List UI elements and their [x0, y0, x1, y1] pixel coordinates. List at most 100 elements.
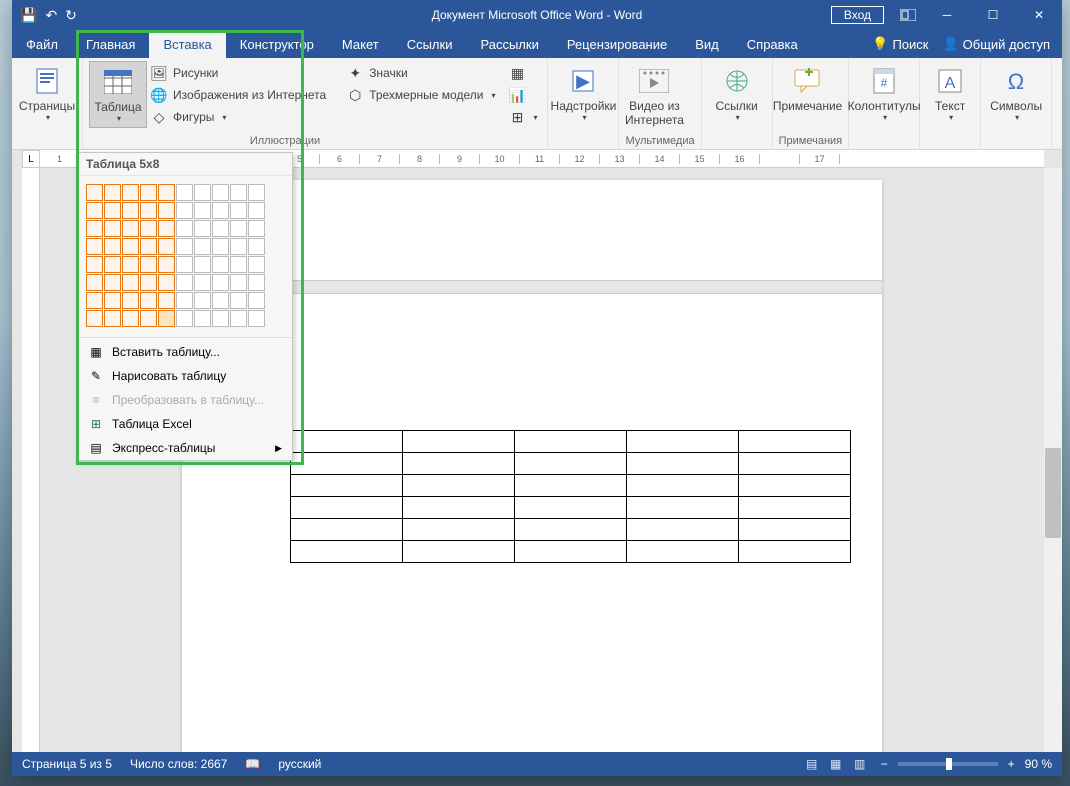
online-pictures-button[interactable]: 🌐Изображения из Интернета [147, 85, 330, 105]
screenshot-button[interactable]: ⊞▾ [505, 107, 541, 127]
table-grid-preview[interactable] [78, 176, 292, 335]
search-box[interactable]: 💡 Поиск [872, 36, 928, 52]
grid-cell[interactable] [212, 184, 229, 201]
close-button[interactable]: ✕ [1016, 0, 1062, 30]
grid-cell[interactable] [140, 238, 157, 255]
zoom-in-button[interactable]: + [1008, 757, 1015, 771]
display-mode-icon[interactable] [892, 0, 924, 30]
redo-icon[interactable]: ↻ [65, 7, 77, 24]
icons-button[interactable]: ✦Значки [343, 63, 499, 83]
grid-cell[interactable] [104, 202, 121, 219]
grid-cell[interactable] [104, 184, 121, 201]
grid-cell[interactable] [176, 292, 193, 309]
symbols-button[interactable]: ΩСимволы▾ [987, 61, 1045, 126]
grid-cell[interactable] [230, 292, 247, 309]
tab-view[interactable]: Вид [681, 30, 733, 58]
grid-cell[interactable] [158, 256, 175, 273]
grid-cell[interactable] [212, 256, 229, 273]
grid-cell[interactable] [248, 292, 265, 309]
grid-cell[interactable] [104, 292, 121, 309]
vertical-scrollbar[interactable] [1044, 168, 1062, 752]
grid-cell[interactable] [158, 184, 175, 201]
links-button[interactable]: Ссылки▾ [708, 61, 766, 126]
grid-cell[interactable] [140, 220, 157, 237]
grid-cell[interactable] [86, 238, 103, 255]
grid-cell[interactable] [248, 256, 265, 273]
zoom-level[interactable]: 90 % [1025, 757, 1052, 771]
grid-cell[interactable] [176, 310, 193, 327]
grid-cell[interactable] [194, 310, 211, 327]
grid-cell[interactable] [194, 238, 211, 255]
grid-cell[interactable] [122, 256, 139, 273]
text-button[interactable]: AТекст▾ [926, 61, 974, 126]
shapes-button[interactable]: ◇Фигуры▾ [147, 107, 330, 127]
share-button[interactable]: 👤 Общий доступ [942, 36, 1050, 52]
tab-selector[interactable]: L [22, 150, 40, 168]
grid-cell[interactable] [140, 184, 157, 201]
grid-cell[interactable] [86, 184, 103, 201]
vertical-ruler[interactable] [22, 168, 40, 752]
sign-in-button[interactable]: Вход [831, 6, 884, 24]
chart-button[interactable]: 📊 [505, 85, 541, 105]
grid-cell[interactable] [122, 220, 139, 237]
grid-cell[interactable] [104, 256, 121, 273]
comment-button[interactable]: Примечание [779, 61, 837, 117]
scrollbar-thumb[interactable] [1045, 448, 1061, 538]
pages-button[interactable]: Страницы▾ [18, 61, 76, 126]
grid-cell[interactable] [140, 274, 157, 291]
tab-mailings[interactable]: Рассылки [466, 30, 552, 58]
grid-cell[interactable] [104, 310, 121, 327]
grid-cell[interactable] [104, 274, 121, 291]
grid-cell[interactable] [158, 292, 175, 309]
tab-design[interactable]: Конструктор [226, 30, 328, 58]
grid-cell[interactable] [230, 184, 247, 201]
page-status[interactable]: Страница 5 из 5 [22, 757, 112, 771]
grid-cell[interactable] [248, 274, 265, 291]
smartart-button[interactable]: ▦ [505, 63, 541, 83]
tab-file[interactable]: Файл [12, 30, 72, 58]
grid-cell[interactable] [248, 202, 265, 219]
grid-cell[interactable] [176, 202, 193, 219]
grid-cell[interactable] [176, 238, 193, 255]
headers-button[interactable]: #Колонтитулы▾ [855, 61, 913, 126]
proofing-icon[interactable]: 📖 [245, 757, 260, 771]
zoom-slider[interactable] [898, 762, 998, 766]
video-button[interactable]: Видео из Интернета [625, 61, 683, 132]
tab-review[interactable]: Рецензирование [553, 30, 681, 58]
grid-cell[interactable] [230, 310, 247, 327]
grid-cell[interactable] [212, 274, 229, 291]
grid-cell[interactable] [248, 238, 265, 255]
grid-cell[interactable] [176, 184, 193, 201]
web-layout-icon[interactable]: ▥ [849, 755, 871, 773]
grid-cell[interactable] [104, 238, 121, 255]
grid-cell[interactable] [230, 220, 247, 237]
grid-cell[interactable] [158, 202, 175, 219]
grid-cell[interactable] [230, 274, 247, 291]
grid-cell[interactable] [248, 220, 265, 237]
print-layout-icon[interactable]: ▦ [825, 755, 847, 773]
document-table[interactable] [290, 430, 851, 563]
grid-cell[interactable] [122, 292, 139, 309]
grid-cell[interactable] [230, 202, 247, 219]
tab-references[interactable]: Ссылки [393, 30, 467, 58]
grid-cell[interactable] [86, 292, 103, 309]
minimize-button[interactable]: ─ [924, 0, 970, 30]
grid-cell[interactable] [176, 220, 193, 237]
save-icon[interactable]: 💾 [20, 7, 37, 24]
grid-cell[interactable] [158, 274, 175, 291]
grid-cell[interactable] [140, 256, 157, 273]
grid-cell[interactable] [158, 238, 175, 255]
grid-cell[interactable] [158, 220, 175, 237]
quick-tables-item[interactable]: ▤Экспресс-таблицы▶ [78, 436, 292, 460]
grid-cell[interactable] [122, 238, 139, 255]
grid-cell[interactable] [140, 310, 157, 327]
grid-cell[interactable] [194, 202, 211, 219]
grid-cell[interactable] [248, 310, 265, 327]
table-button[interactable]: Таблица▾ [89, 61, 147, 128]
grid-cell[interactable] [212, 310, 229, 327]
grid-cell[interactable] [248, 184, 265, 201]
grid-cell[interactable] [104, 220, 121, 237]
grid-cell[interactable] [86, 256, 103, 273]
maximize-button[interactable]: ☐ [970, 0, 1016, 30]
grid-cell[interactable] [86, 220, 103, 237]
